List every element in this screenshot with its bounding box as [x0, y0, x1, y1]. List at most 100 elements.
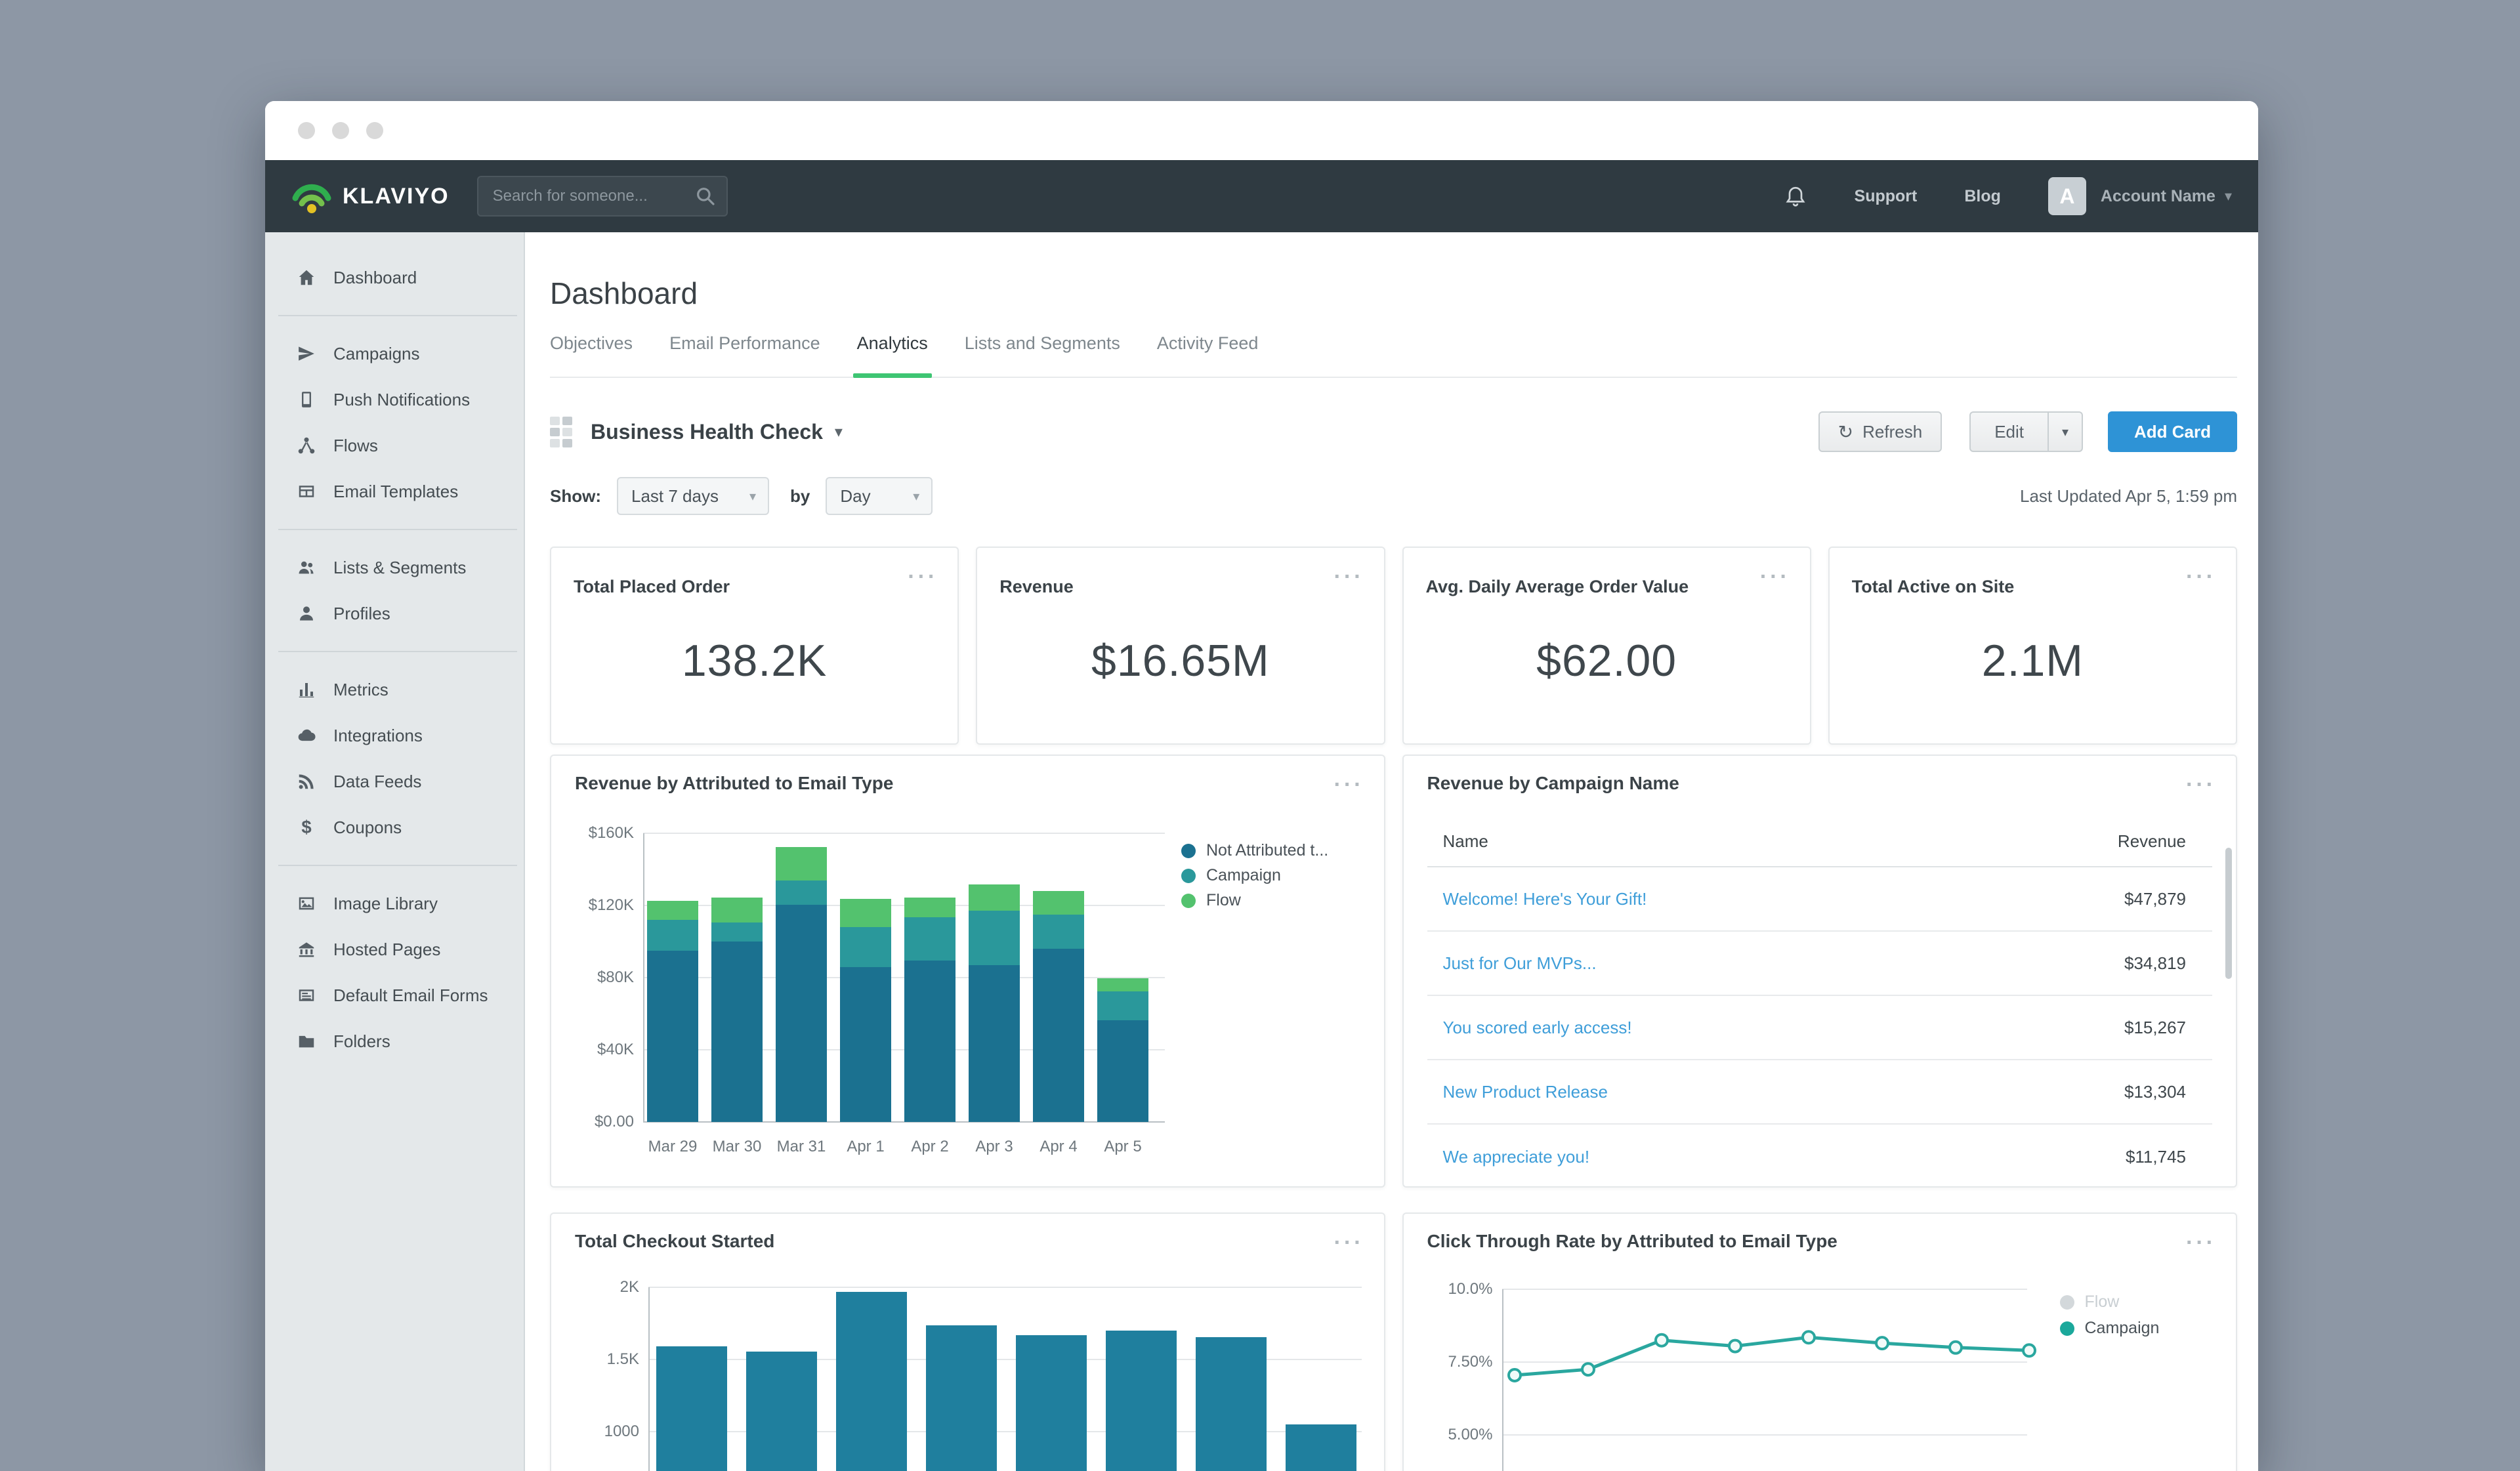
add-card-button[interactable]: Add Card — [2108, 411, 2237, 452]
by-label: by — [790, 486, 810, 507]
sidebar-item-label: Data Feeds — [333, 772, 421, 792]
bar-segment-not-attributed-t- — [776, 905, 827, 1122]
legend-dot-icon — [1181, 869, 1196, 883]
sidebar-item-metrics[interactable]: Metrics — [265, 667, 524, 713]
x-axis-label: Mar 29 — [640, 1138, 705, 1156]
svg-text:$: $ — [301, 818, 311, 837]
card-menu-icon[interactable]: ··· — [2186, 1236, 2216, 1249]
bank-icon — [295, 940, 318, 959]
sidebar-item-push-notifications[interactable]: Push Notifications — [265, 377, 524, 423]
klaviyo-logo-icon — [291, 178, 332, 214]
stat-card: Total Active on Site···2.1M — [1828, 547, 2237, 745]
campaign-link[interactable]: You scored early access! — [1443, 1018, 1632, 1038]
sidebar-item-label: Campaigns — [333, 344, 420, 364]
sidebar-item-data-feeds[interactable]: Data Feeds — [265, 758, 524, 804]
legend-item-flow[interactable]: Flow — [1181, 891, 1241, 910]
sidebar-item-default-email-forms[interactable]: Default Email Forms — [265, 972, 524, 1018]
sidebar-item-dashboard[interactable]: Dashboard — [265, 255, 524, 300]
sidebar-item-folders[interactable]: Folders — [265, 1018, 524, 1064]
stat-card-menu-icon[interactable]: ··· — [1760, 570, 1790, 583]
x-axis-label: Mar 31 — [769, 1138, 833, 1156]
tab-analytics[interactable]: Analytics — [857, 333, 928, 377]
range-select[interactable]: Last 7 days ▾ — [617, 477, 769, 515]
table-scrollbar-thumb[interactable] — [2225, 848, 2232, 979]
card-menu-icon[interactable]: ··· — [1334, 1236, 1364, 1249]
klaviyo-logo[interactable]: KLAVIYO — [291, 178, 450, 214]
stat-card-menu-icon[interactable]: ··· — [1334, 570, 1364, 583]
card-menu-icon[interactable]: ··· — [2186, 778, 2216, 791]
range-select-caret-icon: ▾ — [749, 488, 756, 505]
card-menu-icon[interactable]: ··· — [1334, 778, 1364, 791]
avatar[interactable]: A — [2048, 177, 2086, 215]
account-caret-icon[interactable]: ▾ — [2225, 188, 2232, 205]
sidebar-divider — [278, 651, 517, 652]
nav-link-support[interactable]: Support — [1855, 187, 1918, 206]
sidebar-item-label: Email Templates — [333, 482, 458, 502]
sidebar-item-label: Coupons — [333, 818, 402, 838]
stat-card-menu-icon[interactable]: ··· — [2186, 570, 2216, 583]
tab-lists-and-segments[interactable]: Lists and Segments — [965, 333, 1120, 377]
sidebar-item-flows[interactable]: Flows — [265, 423, 524, 468]
sidebar-item-coupons[interactable]: $ Coupons — [265, 804, 524, 850]
revenue-by-campaign-card: Revenue by Campaign Name ··· Name Revenu… — [1402, 755, 2238, 1188]
checkout-bar — [1106, 1331, 1177, 1471]
campaign-table-header: Name Revenue — [1427, 831, 2213, 867]
interval-select[interactable]: Day ▾ — [826, 477, 933, 515]
sidebar-item-campaigns[interactable]: Campaigns — [265, 331, 524, 377]
nav-link-blog[interactable]: Blog — [1964, 187, 2001, 206]
account-name[interactable]: Account Name — [2101, 187, 2216, 206]
legend-label: Flow — [1206, 891, 1241, 910]
tab-activity-feed[interactable]: Activity Feed — [1157, 333, 1259, 377]
legend-item-flow[interactable]: Flow — [2060, 1293, 2120, 1312]
checkout-bar — [1196, 1337, 1267, 1471]
sidebar-divider — [278, 315, 517, 316]
campaign-link[interactable]: Just for Our MVPs... — [1443, 953, 1597, 974]
search-icon[interactable] — [695, 186, 716, 207]
board-caret-icon[interactable]: ▾ — [835, 423, 843, 442]
total-checkout-card: Total Checkout Started ··· 2K1.5K1000 — [550, 1212, 1385, 1471]
sidebar-item-integrations[interactable]: Integrations — [265, 713, 524, 758]
bar-segment-flow — [840, 899, 891, 927]
legend-label: Campaign — [1206, 866, 1281, 885]
stat-card-menu-icon[interactable]: ··· — [908, 570, 938, 583]
rss-icon — [295, 772, 318, 791]
legend-item-campaign[interactable]: Campaign — [1181, 866, 1281, 885]
stat-card-title: Avg. Daily Average Order Value — [1426, 577, 1788, 597]
edit-button[interactable]: Edit — [1969, 411, 2049, 452]
page-title: Dashboard — [550, 276, 2237, 311]
tab-email-performance[interactable]: Email Performance — [669, 333, 820, 377]
edit-caret-button[interactable]: ▾ — [2049, 411, 2083, 452]
checkout-bar-chart: 2K1.5K1000 — [551, 1273, 1384, 1471]
board-title[interactable]: Business Health Check — [591, 420, 823, 444]
sidebar-item-image-library[interactable]: Image Library — [265, 881, 524, 926]
board-grid-icon[interactable] — [550, 417, 572, 447]
legend-item-campaign[interactable]: Campaign — [2060, 1319, 2160, 1338]
sidebar-item-lists-segments[interactable]: Lists & Segments — [265, 545, 524, 590]
filter-row: Show: Last 7 days ▾ by Day ▾ Last Update… — [550, 477, 2237, 515]
stat-card: Avg. Daily Average Order Value···$62.00 — [1402, 547, 1811, 745]
legend-item-not-attributed-t-[interactable]: Not Attributed t... — [1181, 841, 1328, 860]
charts-row-1: Revenue by Attributed to Email Type ··· … — [550, 755, 2237, 1188]
campaign-table: Name Revenue Welcome! Here's Your Gift!$… — [1427, 831, 2213, 1189]
stat-card-row: Total Placed Order···138.2KRevenue···$16… — [550, 547, 2237, 745]
sidebar-item-email-templates[interactable]: Email Templates — [265, 468, 524, 514]
refresh-icon: ↻ — [1838, 421, 1853, 443]
sidebar-item-profiles[interactable]: Profiles — [265, 590, 524, 636]
tab-objectives[interactable]: Objectives — [550, 333, 633, 377]
sidebar-item-hosted-pages[interactable]: Hosted Pages — [265, 926, 524, 972]
user-icon — [295, 604, 318, 623]
data-point-marker — [2023, 1344, 2035, 1356]
checkout-bar — [1016, 1335, 1087, 1471]
browser-chrome — [265, 101, 2258, 160]
data-point-marker — [1803, 1331, 1815, 1343]
campaign-link[interactable]: New Product Release — [1443, 1082, 1608, 1102]
campaign-link[interactable]: We appreciate you! — [1443, 1147, 1590, 1167]
search-input[interactable] — [477, 176, 728, 217]
refresh-button[interactable]: ↻ Refresh — [1818, 411, 1942, 452]
main-content: Dashboard Objectives Email Performance Ana… — [525, 232, 2258, 1471]
sidebar: Dashboard Campaigns Push NotificationsFlow… — [265, 232, 525, 1471]
home-icon — [295, 268, 318, 287]
checkout-bar — [926, 1325, 997, 1471]
campaign-link[interactable]: Welcome! Here's Your Gift! — [1443, 889, 1647, 909]
bell-icon[interactable] — [1784, 184, 1807, 209]
